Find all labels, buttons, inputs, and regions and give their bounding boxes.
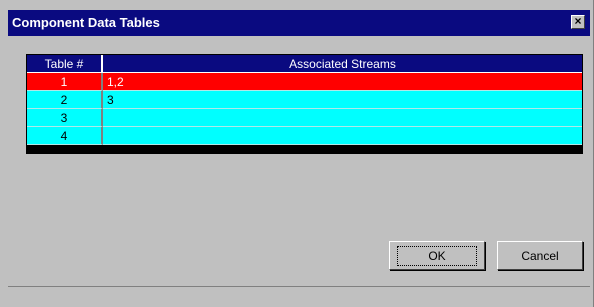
table-number-cell[interactable]: 3: [27, 109, 103, 127]
table-row[interactable]: 4: [27, 127, 582, 145]
close-button[interactable]: ×: [571, 15, 585, 29]
dialog-window: Component Data Tables × Table # Associat…: [0, 0, 594, 307]
column-header-table-number[interactable]: Table #: [27, 55, 103, 73]
table-header-row: Table # Associated Streams: [27, 55, 582, 73]
table-row[interactable]: 1 1,2: [27, 73, 582, 91]
close-icon: ×: [574, 14, 582, 28]
ok-button-label: OK: [397, 245, 477, 266]
table-number-cell[interactable]: 4: [27, 127, 103, 145]
status-bar: [8, 286, 590, 307]
title-bar[interactable]: Component Data Tables ×: [8, 10, 590, 36]
associated-streams-cell[interactable]: 3: [103, 91, 582, 109]
column-header-associated-streams[interactable]: Associated Streams: [103, 55, 582, 73]
table-number-cell[interactable]: 2: [27, 91, 103, 109]
table-row[interactable]: 3: [27, 109, 582, 127]
associated-streams-cell[interactable]: [103, 127, 582, 145]
ok-button[interactable]: OK: [389, 241, 485, 270]
associated-streams-cell[interactable]: [103, 109, 582, 127]
associated-streams-cell[interactable]: 1,2: [103, 73, 582, 91]
cancel-button[interactable]: Cancel: [497, 241, 583, 270]
window-title: Component Data Tables: [12, 15, 160, 30]
component-data-table: Table # Associated Streams 1 1,2 2 3 3 4: [26, 54, 583, 154]
cancel-button-label: Cancel: [521, 248, 559, 263]
table-row[interactable]: 2 3: [27, 91, 582, 109]
data-table: Table # Associated Streams 1 1,2 2 3 3 4: [27, 55, 582, 145]
table-number-cell[interactable]: 1: [27, 73, 103, 91]
